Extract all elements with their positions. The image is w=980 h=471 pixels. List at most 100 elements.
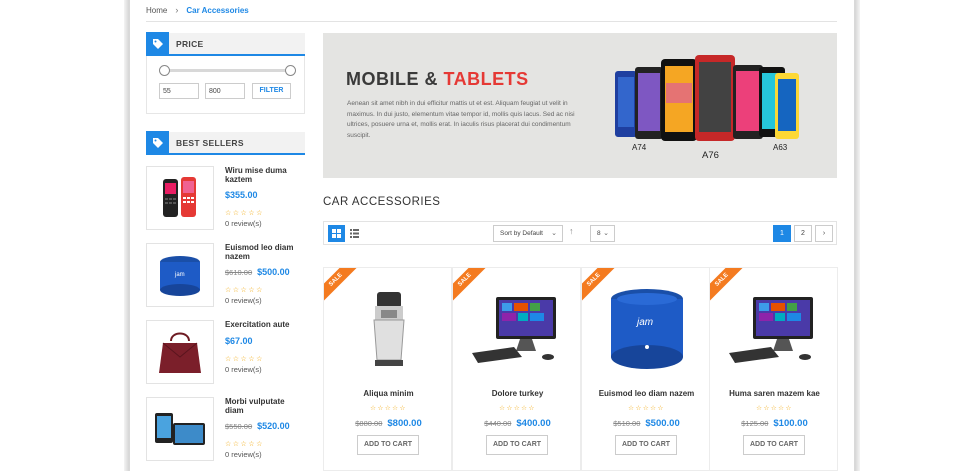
grid-view-button[interactable]: [328, 225, 345, 242]
review-count: 0 review(s): [225, 219, 262, 228]
grid-icon: [332, 225, 341, 243]
product-name[interactable]: Exercitation aute: [225, 320, 305, 329]
chevron-down-icon: ⌄: [551, 230, 557, 237]
banner-title: MOBILE & TABLETS: [346, 69, 529, 90]
tag-icon: [146, 131, 169, 154]
product-thumbnail[interactable]: [146, 166, 214, 230]
review-count: 0 review(s): [225, 296, 262, 305]
product-price-current: $500.00: [257, 267, 290, 277]
product-name[interactable]: Euismod leo diam nazem: [582, 389, 709, 398]
best-seller-item: Exercitation aute $67.00 ☆☆☆☆☆ 0 review(…: [146, 320, 305, 386]
product-price: $355.00: [225, 190, 258, 200]
best-sellers-header: BEST SELLERS: [146, 131, 305, 155]
price-filter-header: PRICE: [146, 32, 305, 56]
product-name[interactable]: Morbi vulputate diam: [225, 397, 305, 415]
product-price-current: $500.00: [645, 418, 680, 429]
price-max-input[interactable]: [205, 83, 245, 99]
promo-banner[interactable]: MOBILE & TABLETS Aenean sit amet nibh in…: [323, 33, 837, 178]
product-image[interactable]: [324, 280, 451, 380]
product-thumbnail[interactable]: [146, 397, 214, 461]
product-price: $67.00: [225, 336, 253, 346]
phones-image: [615, 55, 799, 141]
phone-label: A63: [773, 143, 788, 152]
product-price-current: $355.00: [225, 190, 258, 200]
chevron-down-icon: ⌄: [603, 230, 609, 237]
list-icon: [350, 225, 359, 243]
svg-text:jam: jam: [635, 317, 653, 328]
product-price: $880.00 $800.00: [324, 418, 451, 429]
rating-stars: ☆☆☆☆☆: [628, 405, 665, 412]
product-thumbnail[interactable]: [146, 320, 214, 384]
price-slider-track[interactable]: [164, 69, 290, 72]
add-to-cart-button[interactable]: ADD TO CART: [357, 435, 419, 455]
phone-label: A76: [702, 150, 719, 161]
product-name[interactable]: Aliqua minim: [324, 389, 451, 398]
product-card[interactable]: SALE Huma saren mazem kae ☆☆☆☆☆ $125.00 $…: [709, 267, 838, 471]
phone-label: A74: [632, 143, 647, 152]
review-count: 0 review(s): [225, 450, 262, 459]
product-price: $550.00 $520.00: [225, 421, 290, 431]
product-price-current: $520.00: [257, 421, 290, 431]
rating-stars: ☆☆☆☆☆: [225, 356, 264, 363]
price-slider-max-handle[interactable]: [285, 65, 296, 76]
rating-stars: ☆☆☆☆☆: [370, 405, 407, 412]
best-sellers-title: BEST SELLERS: [176, 137, 244, 148]
product-price-old: $440.00: [484, 419, 512, 428]
product-image[interactable]: jam: [582, 280, 709, 380]
product-price-old: $550.00: [225, 422, 253, 431]
breadcrumb-home-link[interactable]: Home: [146, 6, 167, 15]
list-view-button[interactable]: [346, 225, 363, 242]
product-price: $510.00 $500.00: [582, 418, 709, 429]
banner-title-part1: MOBILE &: [346, 69, 444, 89]
product-name[interactable]: Wiru mise duma kaztem: [225, 166, 305, 184]
price-filter-title: PRICE: [176, 38, 204, 49]
product-image[interactable]: [453, 280, 580, 380]
product-toolbar: Sort by Default ⌄ ↑ 8 ⌄ 1 2 ›: [323, 221, 837, 245]
tag-icon: [146, 32, 169, 55]
page-button[interactable]: 1: [773, 225, 791, 242]
sort-select-value: Sort by Default: [500, 230, 543, 237]
best-seller-item: Wiru mise duma kaztem $355.00 ☆☆☆☆☆ 0 re…: [146, 166, 305, 232]
product-name[interactable]: Dolore turkey: [453, 389, 580, 398]
product-name[interactable]: Euismod leo diam nazem: [225, 243, 305, 261]
page-button[interactable]: 2: [794, 225, 812, 242]
product-price-old: $510.00: [613, 419, 641, 428]
product-price-current: $67.00: [225, 336, 253, 346]
rating-stars: ☆☆☆☆☆: [756, 405, 793, 412]
product-price-old: $610.00: [225, 268, 253, 277]
product-price: $440.00 $400.00: [453, 418, 580, 429]
breadcrumb-divider: [146, 21, 837, 22]
price-slider-min-handle[interactable]: [159, 65, 170, 76]
best-seller-item: jam Euismod leo diam nazem $610.00 $500.0…: [146, 243, 305, 309]
sort-direction-icon[interactable]: ↑: [569, 226, 574, 236]
price-min-input[interactable]: [159, 83, 199, 99]
product-name[interactable]: Huma saren mazem kae: [710, 389, 837, 398]
svg-text:jam: jam: [174, 272, 185, 278]
add-to-cart-button[interactable]: ADD TO CART: [486, 435, 548, 455]
next-page-button[interactable]: ›: [815, 225, 833, 242]
breadcrumb-separator: ›: [175, 5, 179, 15]
rating-stars: ☆☆☆☆☆: [225, 441, 264, 448]
sort-select[interactable]: Sort by Default ⌄: [493, 225, 563, 242]
banner-title-part2: TABLETS: [443, 69, 529, 89]
product-card[interactable]: jam SALE Euismod leo diam nazem ☆☆☆☆☆ $5…: [581, 267, 710, 471]
rating-stars: ☆☆☆☆☆: [225, 287, 264, 294]
rating-stars: ☆☆☆☆☆: [499, 405, 536, 412]
product-card[interactable]: SALE Aliqua minim ☆☆☆☆☆ $880.00 $800.00 A…: [323, 267, 452, 471]
category-title: CAR ACCESSORIES: [323, 196, 441, 208]
rating-stars: ☆☆☆☆☆: [225, 210, 264, 217]
product-price: $610.00 $500.00: [225, 267, 290, 277]
product-thumbnail[interactable]: jam: [146, 243, 214, 307]
add-to-cart-button[interactable]: ADD TO CART: [615, 435, 677, 455]
product-price-current: $100.00: [773, 418, 808, 429]
add-to-cart-button[interactable]: ADD TO CART: [743, 435, 805, 455]
filter-button[interactable]: FILTER: [252, 83, 291, 99]
limit-select[interactable]: 8 ⌄: [590, 225, 615, 242]
page-shadow-right: [856, 0, 860, 471]
product-image[interactable]: [710, 280, 837, 380]
product-price-old: $125.00: [741, 419, 769, 428]
product-price-old: $880.00: [355, 419, 383, 428]
banner-text: Aenean sit amet nibh in dui efficitur ma…: [347, 100, 575, 139]
product-card[interactable]: SALE Dolore turkey ☆☆☆☆☆ $440.00 $400.00 …: [452, 267, 581, 471]
product-price-current: $400.00: [516, 418, 551, 429]
